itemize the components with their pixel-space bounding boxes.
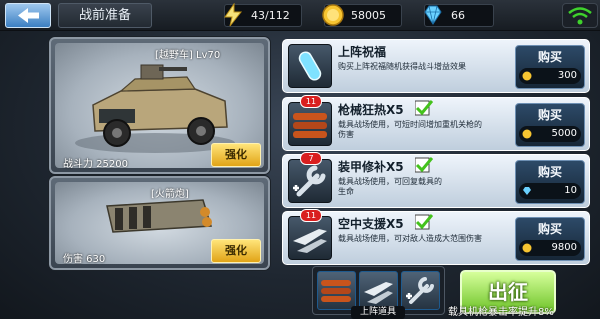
item-name: 装甲修补X5 [338, 160, 404, 174]
loadout-slot-air-support[interactable] [359, 271, 398, 310]
item-name: 空中支援X5 [338, 217, 404, 231]
item-gun-frenzy[interactable]: 11 枪械狂热X5 载具战场使用，可短时间增加重机关枪的伤害 购买 5000 [282, 95, 590, 151]
weapon-upgrade-button[interactable]: 强化 [211, 239, 261, 263]
gun-frenzy-thumb [288, 102, 332, 146]
bullets-icon [321, 280, 351, 302]
capsule-icon [298, 51, 322, 81]
vehicle-card[interactable]: [越野车] Lv70 战斗力 25200 强化 [49, 37, 270, 174]
item-price: 300 [557, 70, 577, 81]
item-blessing[interactable]: 上阵祝福 购买上阵祝福随机获得战斗增益效果 购买 300 [282, 39, 590, 93]
weapon-tag: [火箭炮] [151, 189, 189, 200]
buy-button[interactable]: 购买 300 [515, 45, 585, 89]
vehicle-power: 战斗力 25200 [63, 159, 128, 170]
loadout-label: 上阵道具 [351, 306, 405, 319]
vehicle-upgrade-button[interactable]: 强化 [211, 143, 261, 167]
item-desc: 载具战场使用，可对敌人造成大范围伤害 [338, 234, 482, 243]
bullets-icon [293, 113, 327, 138]
wifi-icon [568, 7, 592, 25]
price-bar: 9800 [519, 240, 581, 256]
buy-button[interactable]: 购买 9800 [515, 217, 585, 261]
item-price: 10 [564, 185, 577, 196]
diamond-icon [424, 5, 442, 25]
item-desc: 载具战场使用，可短时间增加重机关枪的伤害 [338, 120, 482, 139]
buy-label: 购买 [537, 108, 562, 122]
back-arrow-icon [18, 8, 39, 23]
energy-counter: 43/112 [224, 3, 302, 27]
page-title: 战前准备 [58, 3, 152, 28]
item-desc: 购买上阵祝福随机获得战斗增益效果 [338, 62, 466, 71]
armor-repair-thumb [288, 159, 332, 203]
gold-counter: 58005 [322, 4, 402, 27]
vehicle-tag: [越野车] Lv70 [155, 50, 221, 61]
item-armor-repair[interactable]: 7 装甲修补X5 载具战场使用，可回复载具的生命 购买 10 [282, 152, 590, 208]
wrench-icon [406, 277, 434, 304]
gem-counter: 66 [424, 4, 494, 27]
count-badge: 11 [300, 95, 322, 108]
weapon-card[interactable]: [火箭炮] 伤害 630 强化 [49, 176, 270, 270]
coin-icon [522, 243, 532, 253]
buy-label: 购买 [537, 222, 562, 236]
buy-label: 购买 [537, 50, 562, 64]
jets-icon [293, 229, 327, 253]
lightning-icon [224, 3, 243, 27]
check-icon [415, 100, 433, 116]
price-bar: 5000 [519, 126, 581, 142]
weapon-damage: 伤害 630 [63, 254, 106, 265]
top-bar: 战前准备 43/112 58005 66 [0, 0, 600, 31]
loadout-slot-armor-repair[interactable] [401, 271, 440, 310]
wifi-status [562, 3, 598, 28]
wrench-icon [293, 165, 326, 197]
buy-button[interactable]: 购买 5000 [515, 103, 585, 147]
coin-icon [522, 129, 532, 139]
item-desc: 载具战场使用，可回复载具的生命 [338, 177, 442, 196]
item-price: 5000 [551, 128, 577, 139]
jets-icon [364, 282, 393, 304]
item-price: 9800 [551, 242, 577, 253]
buy-label: 购买 [537, 165, 562, 179]
item-name: 上阵祝福 [338, 45, 387, 59]
item-name: 枪械狂热X5 [338, 103, 404, 117]
buy-button[interactable]: 购买 10 [515, 160, 585, 204]
price-bar: 300 [519, 68, 581, 84]
coin-icon [522, 71, 532, 81]
item-air-support[interactable]: 11 空中支援X5 载具战场使用，可对敌人造成大范围伤害 购买 9800 [282, 209, 590, 265]
back-button[interactable] [5, 3, 51, 28]
check-icon [415, 157, 433, 173]
count-badge: 11 [300, 209, 322, 222]
count-badge: 7 [300, 152, 322, 165]
price-bar: 10 [519, 183, 581, 199]
diamond-icon [523, 187, 531, 195]
check-icon [415, 214, 433, 230]
launch-bonus-note: 载具机枪暴击率提升8% [448, 307, 554, 318]
loadout-slot-gun-frenzy[interactable] [317, 271, 356, 310]
coin-icon [322, 4, 344, 26]
blessing-thumb [288, 44, 332, 88]
air-support-thumb [288, 216, 332, 260]
